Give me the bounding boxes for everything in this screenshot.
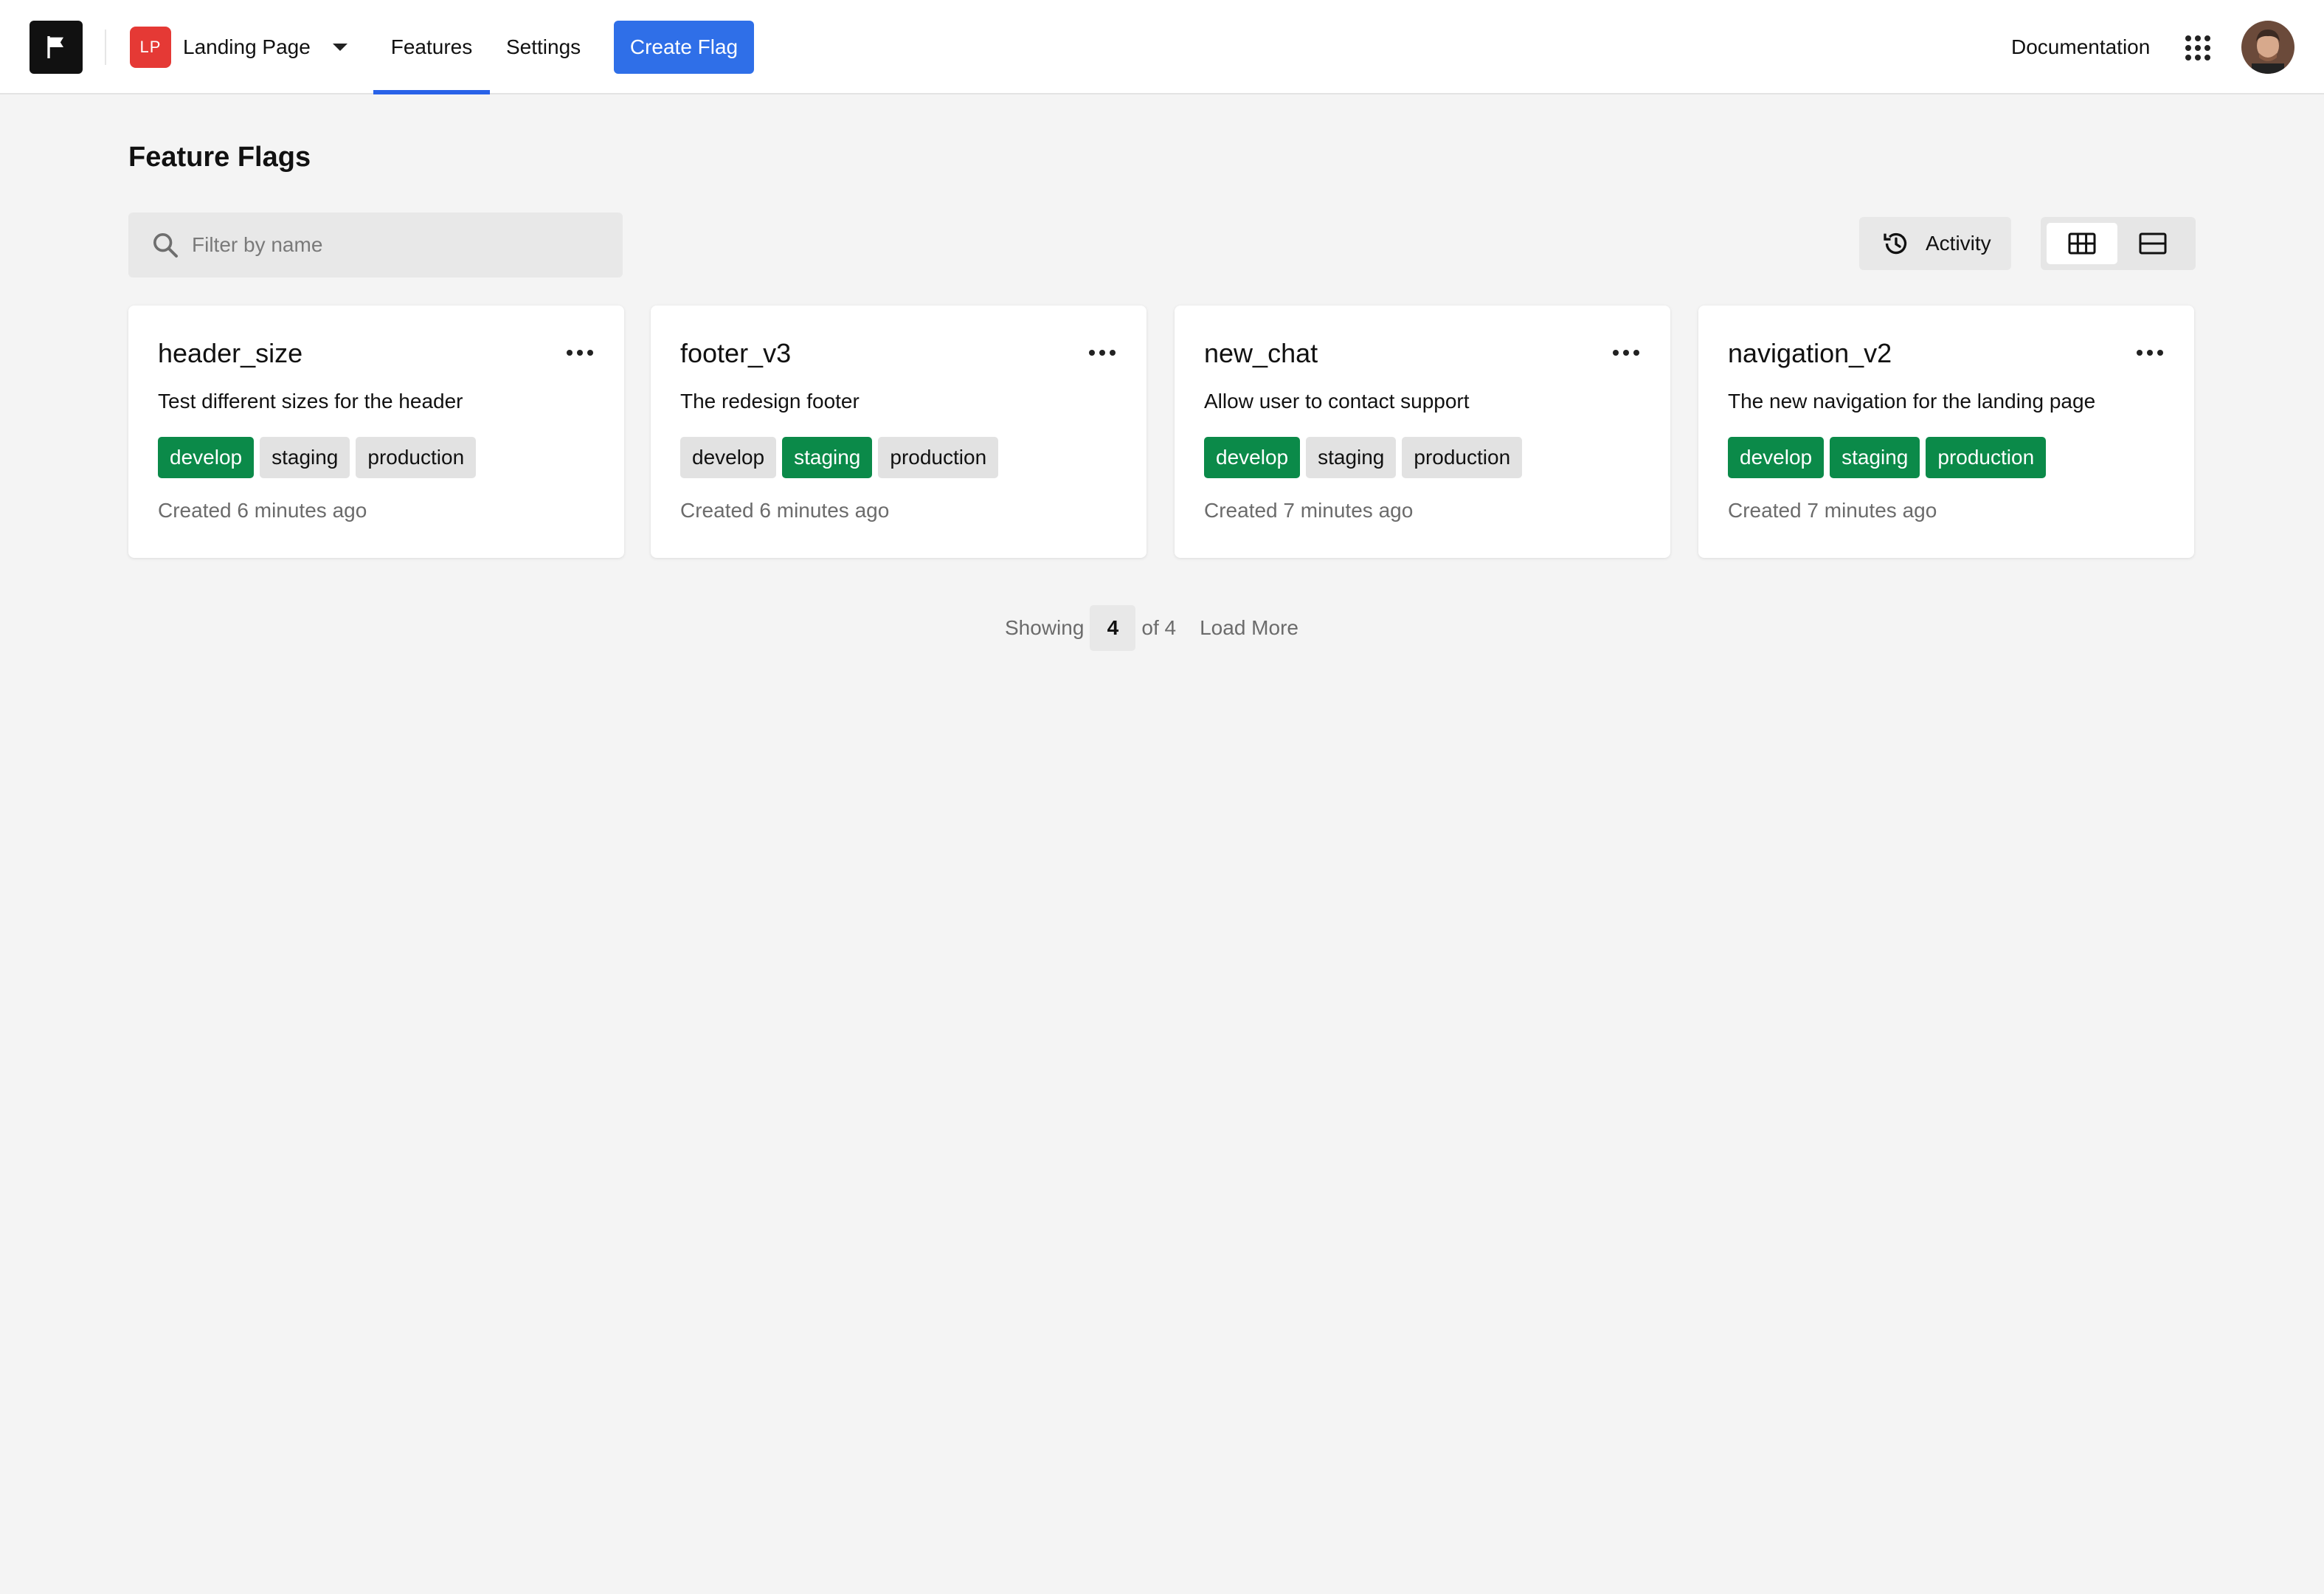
- search-icon: [153, 233, 178, 258]
- env-tag-develop[interactable]: develop: [1728, 437, 1825, 478]
- flag-card[interactable]: header_size Test different sizes for the…: [128, 306, 624, 558]
- tab-features[interactable]: Features: [373, 0, 490, 94]
- more-options-icon[interactable]: [1613, 350, 1639, 357]
- grid-view-button[interactable]: [2047, 223, 2117, 264]
- showing-label: Showing: [1005, 616, 1085, 639]
- env-tag-production[interactable]: production: [1926, 437, 2047, 478]
- activity-label: Activity: [1926, 232, 1991, 255]
- flag-icon: [47, 36, 63, 58]
- create-flag-button[interactable]: Create Flag: [614, 21, 754, 74]
- project-badge: LP: [130, 27, 171, 68]
- tab-features-label: Features: [390, 35, 473, 58]
- created-time: Created 7 minutes ago: [1204, 499, 1414, 522]
- env-tag-staging[interactable]: staging: [1306, 437, 1397, 478]
- more-options-icon[interactable]: [567, 350, 593, 357]
- created-time: Created 7 minutes ago: [1728, 499, 1937, 522]
- env-tag-production[interactable]: production: [878, 437, 999, 478]
- page-title: Feature Flags: [128, 142, 311, 173]
- tab-settings[interactable]: Settings: [506, 0, 581, 94]
- load-more-button[interactable]: Load More: [1200, 616, 1298, 640]
- list-view-button[interactable]: [2117, 223, 2188, 264]
- env-tag-production[interactable]: production: [356, 437, 477, 478]
- grid-dots-icon[interactable]: [2185, 35, 2210, 61]
- env-tag-staging[interactable]: staging: [260, 437, 350, 478]
- environment-tags: develop staging production: [1204, 437, 1528, 478]
- flag-description: The new navigation for the landing page: [1728, 390, 2096, 413]
- flag-name: header_size: [158, 338, 303, 368]
- flag-description: The redesign footer: [680, 390, 860, 413]
- environment-tags: develop staging production: [158, 437, 482, 478]
- history-icon: [1884, 232, 1907, 255]
- table-grid-icon: [2068, 232, 2096, 255]
- app-logo[interactable]: [30, 21, 83, 74]
- flag-name: footer_v3: [680, 338, 792, 368]
- header-divider: [105, 30, 106, 65]
- env-tag-develop[interactable]: develop: [1204, 437, 1301, 478]
- flag-name: new_chat: [1204, 338, 1318, 368]
- card-list-icon: [2139, 232, 2167, 255]
- flag-description: Allow user to contact support: [1204, 390, 1470, 413]
- tab-settings-label: Settings: [506, 35, 581, 58]
- env-tag-develop[interactable]: develop: [158, 437, 255, 478]
- created-time: Created 6 minutes ago: [680, 499, 890, 522]
- environment-tags: develop staging production: [1728, 437, 2052, 478]
- flag-card[interactable]: navigation_v2 The new navigation for the…: [1698, 306, 2194, 558]
- env-tag-production[interactable]: production: [1402, 437, 1523, 478]
- search-box[interactable]: [128, 213, 623, 277]
- environment-tags: develop staging production: [680, 437, 1004, 478]
- view-toggle: [2041, 217, 2196, 270]
- env-tag-develop[interactable]: develop: [680, 437, 777, 478]
- env-tag-staging[interactable]: staging: [782, 437, 873, 478]
- flag-card[interactable]: new_chat Allow user to contact support d…: [1175, 306, 1670, 558]
- env-tag-staging[interactable]: staging: [1830, 437, 1920, 478]
- flag-name: navigation_v2: [1728, 338, 1892, 368]
- pagination: Showing 4 of 4 Load More: [1005, 605, 1298, 651]
- more-options-icon[interactable]: [2137, 350, 2163, 357]
- chevron-down-icon: [332, 44, 347, 51]
- flag-description: Test different sizes for the header: [158, 390, 463, 413]
- more-options-icon[interactable]: [1089, 350, 1116, 357]
- shown-count: 4: [1090, 605, 1136, 651]
- user-avatar[interactable]: [2241, 21, 2294, 74]
- created-time: Created 6 minutes ago: [158, 499, 367, 522]
- flag-card[interactable]: footer_v3 The redesign footer develop st…: [651, 306, 1147, 558]
- top-bar: LP Landing Page Features Settings Create…: [0, 0, 2324, 94]
- documentation-link[interactable]: Documentation: [2011, 0, 2150, 94]
- project-selector[interactable]: LP Landing Page: [130, 27, 347, 68]
- total-count: of 4: [1141, 616, 1177, 639]
- search-input[interactable]: [192, 233, 590, 257]
- activity-button[interactable]: Activity: [1859, 217, 2011, 270]
- user-avatar-image: [2241, 21, 2294, 74]
- project-name: Landing Page: [183, 35, 311, 58]
